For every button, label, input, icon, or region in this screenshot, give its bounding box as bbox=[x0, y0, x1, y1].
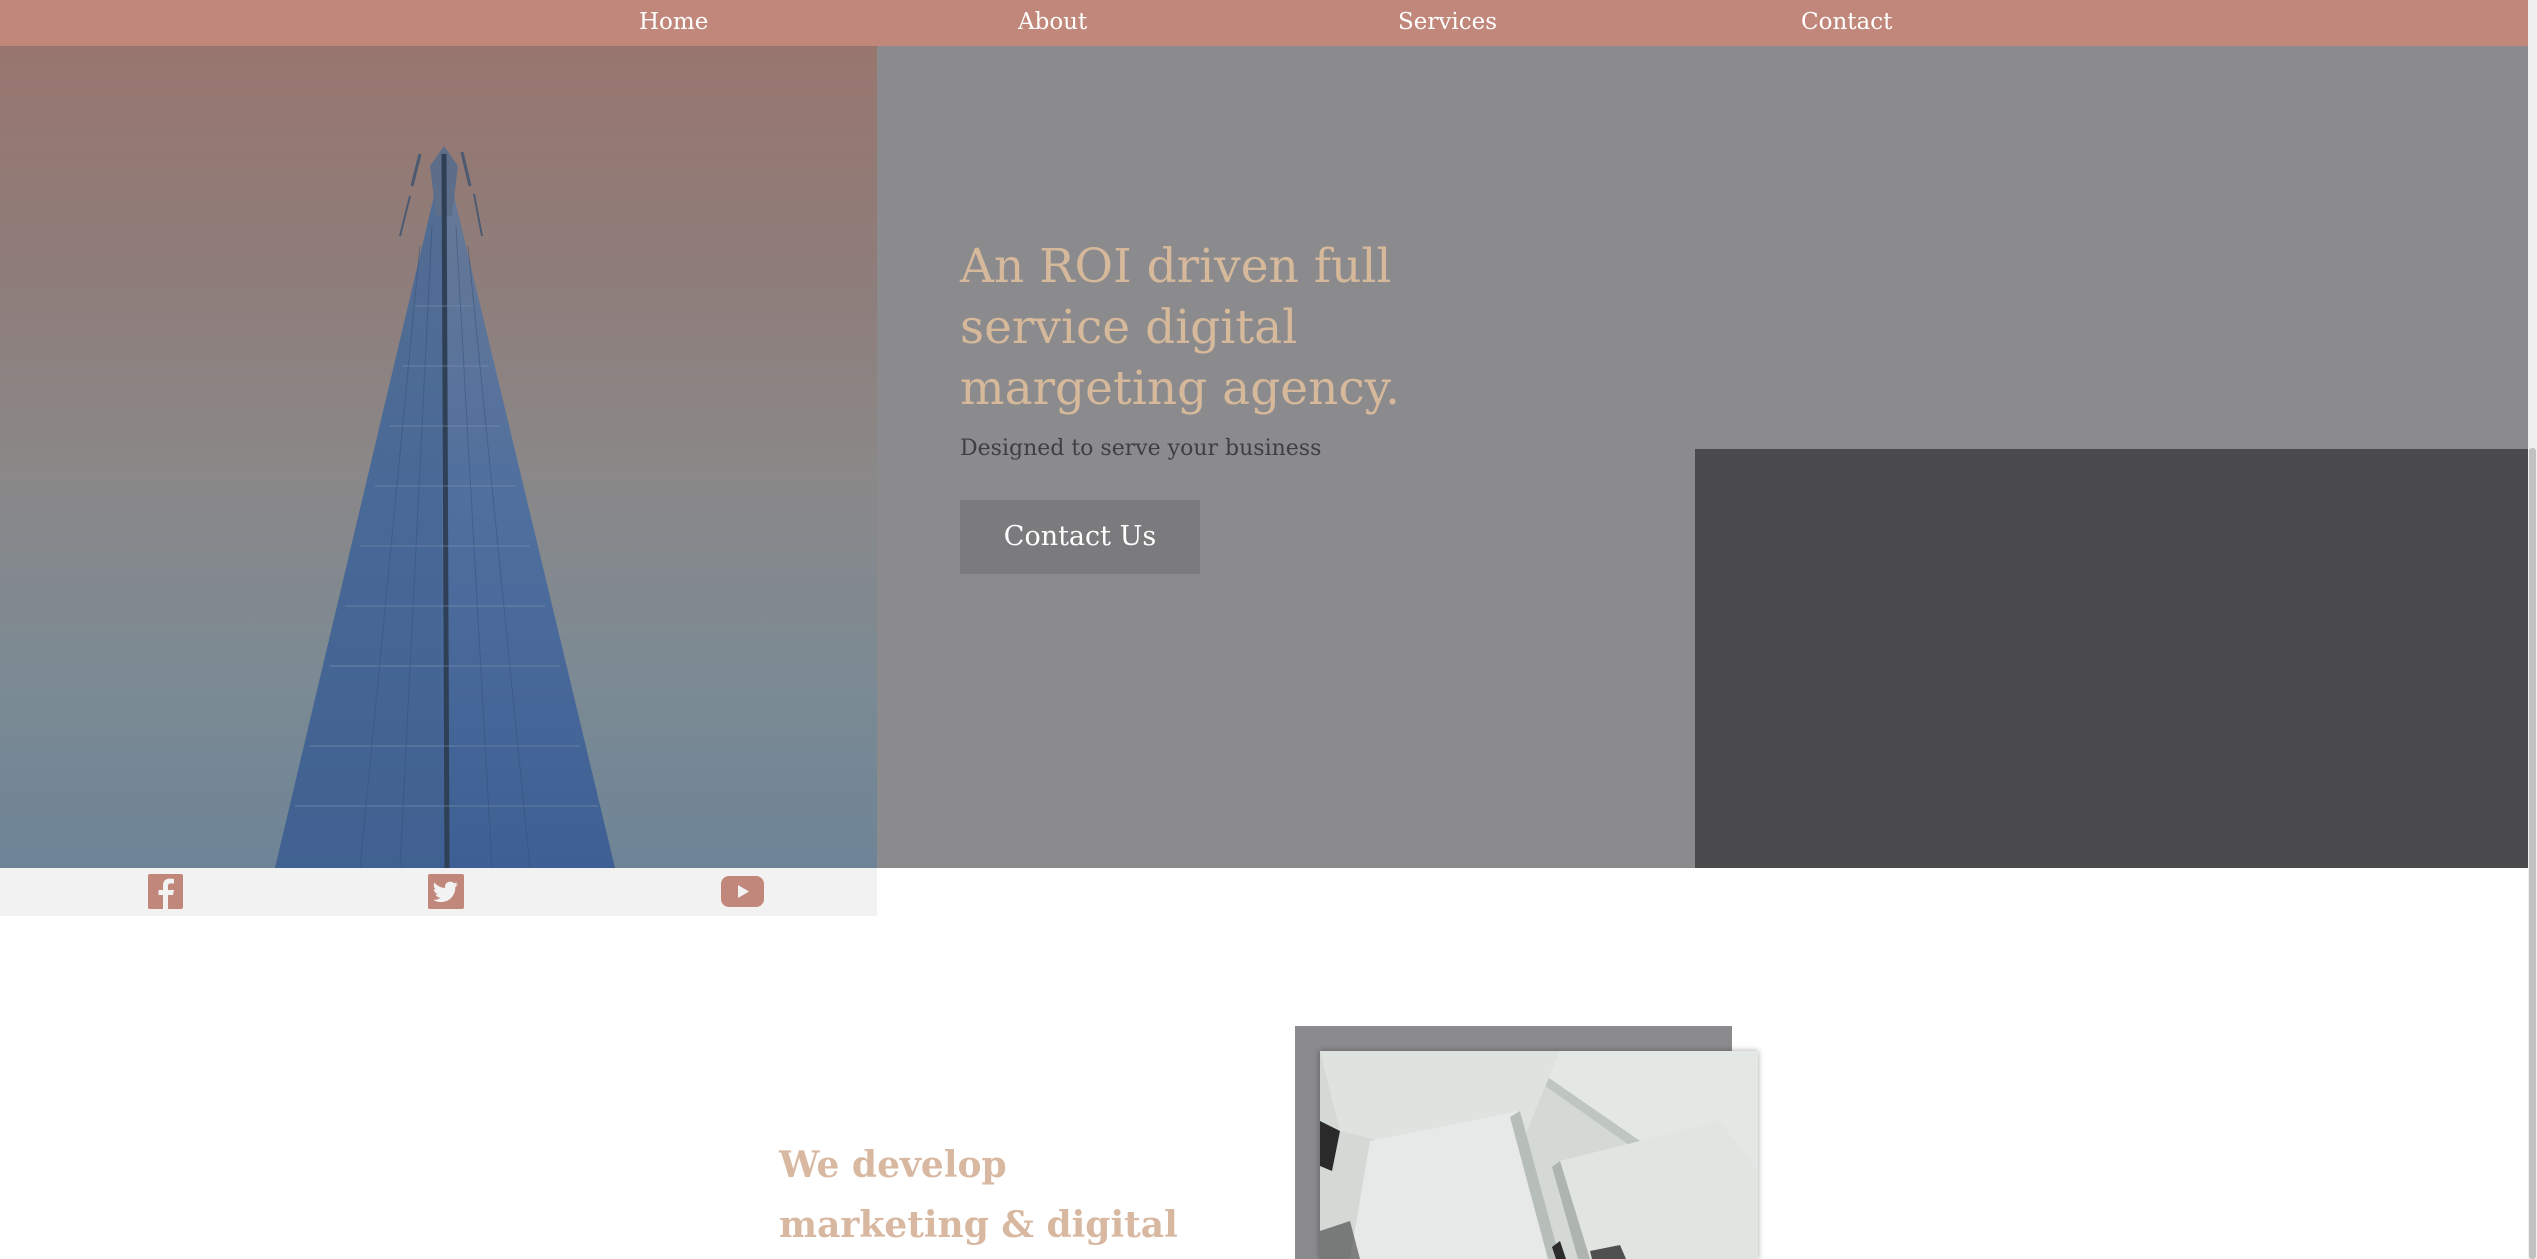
nav-home-link[interactable]: Home bbox=[639, 7, 708, 37]
paper-illustration bbox=[1320, 1051, 1758, 1259]
section-title: We develop marketing & digital bbox=[779, 1144, 1178, 1246]
youtube-icon[interactable] bbox=[721, 876, 764, 907]
hero-building-image bbox=[0, 46, 877, 868]
twitter-icon[interactable] bbox=[428, 874, 464, 909]
contact-us-button[interactable]: Contact Us bbox=[960, 500, 1200, 574]
nav-services-link[interactable]: Services bbox=[1398, 7, 1497, 37]
nav-about-link[interactable]: About bbox=[1018, 7, 1087, 37]
hero-title: An ROI driven full service digital marge… bbox=[960, 239, 1400, 416]
paper-sheets-image bbox=[1320, 1051, 1758, 1259]
building-illustration bbox=[275, 146, 615, 868]
facebook-icon[interactable] bbox=[148, 874, 183, 909]
top-nav-bar: Home About Services Contact bbox=[0, 0, 2528, 46]
nav-contact-link[interactable]: Contact bbox=[1801, 7, 1892, 37]
dark-feature-block bbox=[1695, 449, 2528, 868]
hero-subtitle: Designed to serve your business bbox=[960, 436, 1322, 461]
scrollbar-thumb[interactable] bbox=[2529, 448, 2536, 1259]
